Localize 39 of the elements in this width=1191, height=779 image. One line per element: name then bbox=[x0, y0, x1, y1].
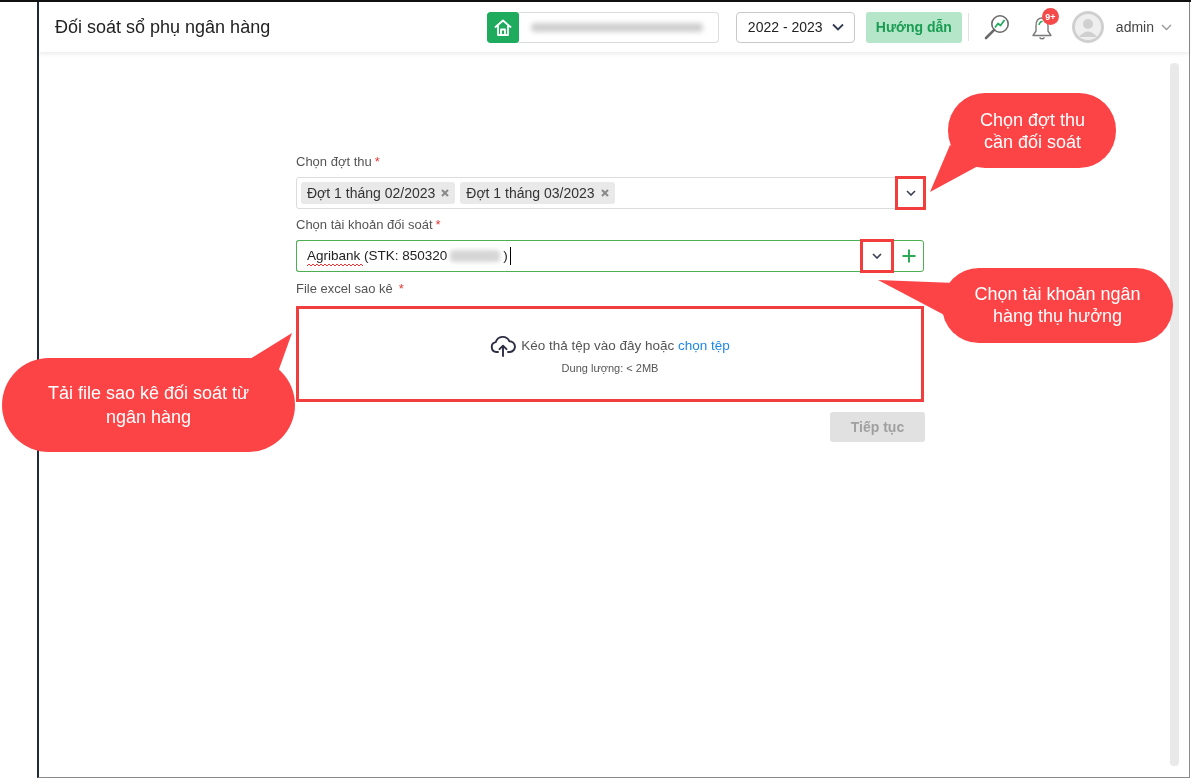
add-account-button[interactable] bbox=[893, 240, 924, 272]
redacted-text bbox=[450, 250, 501, 262]
dropdown-toggle[interactable] bbox=[895, 176, 926, 210]
avatar-icon[interactable] bbox=[1071, 11, 1104, 43]
dropzone-text: Kéo thả tệp vào đây hoặc chọn tệp bbox=[521, 338, 730, 353]
remove-icon[interactable] bbox=[600, 189, 609, 197]
tag-text: Đợt 1 tháng 02/2023 bbox=[307, 185, 436, 201]
account-select[interactable]: Agribank (STK: 850320 ) bbox=[296, 240, 893, 272]
field-label: Chọn đợt thu * bbox=[296, 154, 381, 170]
caret-icon[interactable] bbox=[1161, 23, 1172, 31]
field-label: Chọn tài khoản đối soát * bbox=[296, 217, 442, 233]
callout-text: Tải file sao kê đối soát từ ngân hàng bbox=[46, 382, 251, 429]
field-label: File excel sao kê * bbox=[296, 281, 405, 297]
choose-file-link[interactable]: chọn tệp bbox=[678, 338, 730, 353]
page-title: Đối soát sổ phụ ngân hàng bbox=[55, 16, 271, 38]
file-dropzone[interactable]: Kéo thả tệp vào đây hoặc chọn tệp Dung lượng: < 2MB bbox=[296, 306, 924, 402]
tag-text: Đợt 1 tháng 03/2023 bbox=[466, 185, 595, 201]
dropdown-toggle[interactable] bbox=[860, 239, 894, 273]
selected-value: Agribank (STK: 850320 bbox=[307, 248, 448, 264]
house-icon bbox=[486, 11, 519, 43]
school-select[interactable] bbox=[518, 11, 719, 43]
caret-icon bbox=[831, 23, 844, 31]
callout-text: Chọn đợt thu cần đối soát bbox=[979, 109, 1086, 153]
magnifier-chart-icon[interactable] bbox=[983, 14, 1010, 40]
year-select[interactable]: 2022 - 2023 bbox=[735, 11, 855, 43]
remove-icon[interactable] bbox=[441, 189, 450, 197]
selected-value-end: ) bbox=[503, 248, 508, 264]
period-select[interactable]: Đợt 1 tháng 02/2023 Đợt 1 tháng 03/2023 bbox=[296, 177, 924, 209]
text-cursor bbox=[509, 247, 511, 265]
cloud-upload-icon bbox=[490, 334, 517, 357]
chevron-down-icon bbox=[905, 190, 916, 196]
chevron-down-icon bbox=[872, 253, 882, 259]
size-limit-text: Dung lượng: < 2MB bbox=[561, 361, 659, 374]
scrollbar[interactable] bbox=[1170, 63, 1179, 766]
notification-count: 9+ bbox=[1041, 8, 1059, 25]
callout-text: Chọn tài khoản ngân hàng thụ hưởng bbox=[973, 283, 1142, 327]
bell-icon[interactable] bbox=[1029, 15, 1054, 41]
plus-icon bbox=[901, 249, 916, 263]
user-name[interactable]: admin bbox=[1115, 19, 1154, 35]
